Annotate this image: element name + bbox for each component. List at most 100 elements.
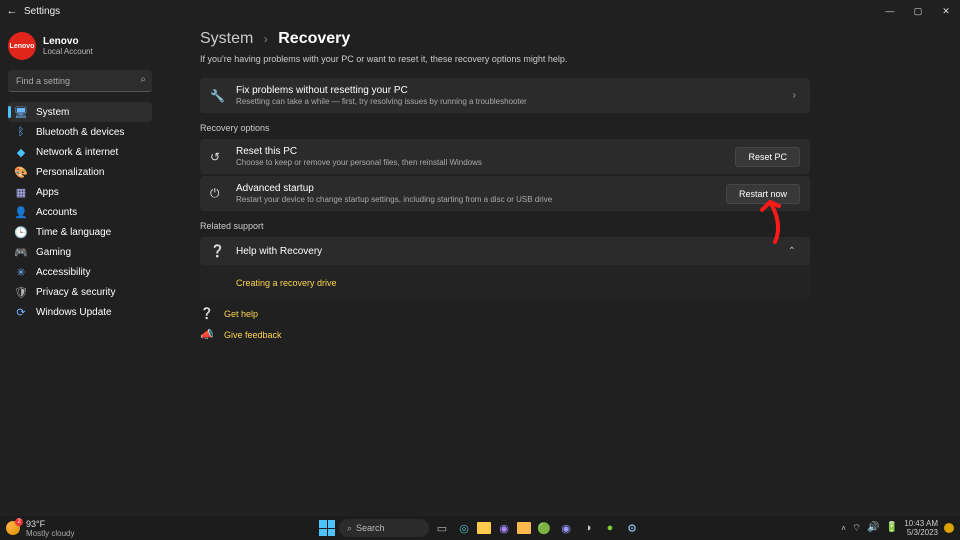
volume-icon: 🔊 bbox=[867, 522, 879, 535]
nav-label: System bbox=[36, 107, 69, 118]
sidebar-item-privacy-security[interactable]: 🛡 Privacy & security bbox=[8, 282, 152, 302]
nav-icon: ⟳ bbox=[14, 306, 28, 319]
advanced-title: Advanced startup bbox=[236, 183, 726, 194]
page-description: If you're having problems with your PC o… bbox=[200, 54, 810, 64]
weather-icon bbox=[6, 521, 20, 535]
nav-icon: 🕒 bbox=[14, 226, 28, 239]
nav-label: Time & language bbox=[36, 227, 111, 238]
chrome-icon[interactable]: 🟢 bbox=[535, 519, 553, 537]
give-feedback-link[interactable]: Give feedback bbox=[224, 330, 282, 340]
nav-label: Bluetooth & devices bbox=[36, 127, 124, 138]
nav-icon: 🎮 bbox=[14, 246, 28, 259]
system-tray[interactable]: ⌔ 🔊 🔋 bbox=[852, 522, 898, 535]
reset-pc-card: ↺ Reset this PC Choose to keep or remove… bbox=[200, 139, 810, 174]
sidebar-item-accounts[interactable]: 👤Accounts bbox=[8, 202, 152, 222]
help-icon: ❔ bbox=[210, 244, 230, 258]
breadcrumb-current: Recovery bbox=[278, 30, 350, 47]
profile-subtitle: Local Account bbox=[43, 47, 93, 56]
taskbar-search[interactable]: ⌕ Search bbox=[339, 519, 429, 537]
help-expanded: Creating a recovery drive bbox=[200, 265, 810, 299]
chevron-right-icon: › bbox=[264, 32, 268, 46]
search-input[interactable] bbox=[8, 70, 152, 92]
help-recovery-card[interactable]: ❔ Help with Recovery ⌃ bbox=[200, 237, 810, 265]
taskbar-right: ˄ ⌔ 🔊 🔋 10:43 AM 5/3/2023 bbox=[841, 519, 960, 537]
close-button[interactable]: ✕ bbox=[932, 0, 960, 22]
breadcrumb-parent[interactable]: System bbox=[200, 30, 253, 47]
weather-cond: Mostly cloudy bbox=[26, 529, 74, 538]
restart-now-button[interactable]: Restart now bbox=[726, 184, 800, 204]
nav-icon: 🛡 bbox=[14, 286, 28, 299]
get-help-link[interactable]: Get help bbox=[224, 309, 258, 319]
reset-icon: ↺ bbox=[210, 150, 230, 164]
chevron-up-icon: ⌃ bbox=[784, 246, 800, 257]
nav-icon: ▦ bbox=[14, 186, 28, 199]
profile-block[interactable]: Lenovo Lenovo Local Account bbox=[8, 32, 152, 60]
settings-window: ← Settings — ▢ ✕ Lenovo Lenovo Local Acc… bbox=[0, 0, 960, 516]
sidebar-item-bluetooth-devices[interactable]: ᛒBluetooth & devices bbox=[8, 122, 152, 142]
sidebar-item-accessibility[interactable]: ✳Accessibility bbox=[8, 262, 152, 282]
folder-icon[interactable] bbox=[517, 522, 531, 534]
nav-label: Personalization bbox=[36, 167, 104, 178]
nav-label: Apps bbox=[36, 187, 59, 198]
nav-list: 🖥SystemᛒBluetooth & devices◆Network & in… bbox=[8, 102, 152, 322]
chevron-right-icon: › bbox=[789, 90, 800, 101]
taskbar-weather[interactable]: 93°F Mostly cloudy bbox=[0, 519, 74, 538]
notifications-icon[interactable] bbox=[944, 523, 954, 533]
tray-chevron-icon[interactable]: ˄ bbox=[841, 524, 846, 533]
sidebar-item-time-language[interactable]: 🕒 Time & language bbox=[8, 222, 152, 242]
sidebar-item-network-internet[interactable]: ◆Network & internet bbox=[8, 142, 152, 162]
titlebar: ← Settings — ▢ ✕ bbox=[0, 0, 960, 22]
taskbar: 93°F Mostly cloudy ⌕ Search ▭ ◎ ◉ 🟢 ◉ ◑ … bbox=[0, 516, 960, 540]
nav-label: Privacy & security bbox=[36, 287, 115, 298]
search-icon: ⌕ bbox=[140, 74, 146, 85]
reset-pc-button[interactable]: Reset PC bbox=[735, 147, 800, 167]
reset-title: Reset this PC bbox=[236, 146, 735, 157]
maximize-button[interactable]: ▢ bbox=[904, 0, 932, 22]
sidebar-item-system[interactable]: 🖥System bbox=[8, 102, 152, 122]
troubleshoot-card[interactable]: 🔧 Fix problems without resetting your PC… bbox=[200, 78, 810, 113]
taskbar-center: ⌕ Search ▭ ◎ ◉ 🟢 ◉ ◑ ● ⚙ bbox=[319, 519, 641, 537]
sidebar-item-windows-update[interactable]: ⟳Windows Update bbox=[8, 302, 152, 322]
advanced-startup-card: ⏻ Advanced startup Restart your device t… bbox=[200, 176, 810, 211]
nav-label: Accounts bbox=[36, 207, 77, 218]
search-box: ⌕ bbox=[8, 70, 152, 92]
recovery-drive-link[interactable]: Creating a recovery drive bbox=[236, 278, 337, 288]
chat-icon[interactable]: ◉ bbox=[495, 519, 513, 537]
sidebar-item-gaming[interactable]: 🎮 Gaming bbox=[8, 242, 152, 262]
battery-icon: 🔋 bbox=[886, 522, 898, 535]
steam-icon[interactable]: ◑ bbox=[579, 519, 597, 537]
avatar: Lenovo bbox=[8, 32, 36, 60]
clock[interactable]: 10:43 AM 5/3/2023 bbox=[904, 519, 938, 537]
troubleshoot-title: Fix problems without resetting your PC bbox=[236, 85, 789, 96]
section-recovery-options: Recovery options bbox=[200, 123, 810, 133]
sidebar-item-apps[interactable]: ▦ Apps bbox=[8, 182, 152, 202]
explorer-icon[interactable] bbox=[477, 522, 491, 534]
nav-label: Gaming bbox=[36, 247, 71, 258]
get-help-row: ❔ Get help bbox=[200, 307, 810, 320]
give-feedback-row: 📣 Give feedback bbox=[200, 328, 810, 341]
task-view-icon[interactable]: ▭ bbox=[433, 519, 451, 537]
main-panel: System › Recovery If you're having probl… bbox=[160, 22, 960, 516]
app-icon[interactable]: ● bbox=[601, 519, 619, 537]
discord-icon[interactable]: ◉ bbox=[557, 519, 575, 537]
weather-temp: 93°F bbox=[26, 519, 74, 529]
breadcrumb: System › Recovery bbox=[200, 30, 810, 48]
back-button[interactable]: ← bbox=[0, 5, 24, 17]
edge-icon[interactable]: ◎ bbox=[455, 519, 473, 537]
wifi-icon: ⌔ bbox=[852, 522, 861, 535]
nav-label: Network & internet bbox=[36, 147, 118, 158]
time: 10:43 AM bbox=[904, 519, 938, 528]
advanced-subtitle: Restart your device to change startup se… bbox=[236, 195, 726, 204]
nav-icon: 🎨 bbox=[14, 166, 28, 179]
minimize-button[interactable]: — bbox=[876, 0, 904, 22]
help-title: Help with Recovery bbox=[236, 246, 784, 257]
start-button[interactable] bbox=[319, 520, 335, 536]
settings-icon[interactable]: ⚙ bbox=[623, 519, 641, 537]
sidebar: Lenovo Lenovo Local Account ⌕ 🖥SystemᛒBl… bbox=[0, 22, 160, 516]
reset-subtitle: Choose to keep or remove your personal f… bbox=[236, 158, 735, 167]
wrench-icon: 🔧 bbox=[210, 89, 230, 103]
help-icon: ❔ bbox=[200, 307, 214, 320]
sidebar-item-personalization[interactable]: 🎨 Personalization bbox=[8, 162, 152, 182]
nav-icon: ✳ bbox=[14, 266, 28, 279]
date: 5/3/2023 bbox=[904, 528, 938, 537]
